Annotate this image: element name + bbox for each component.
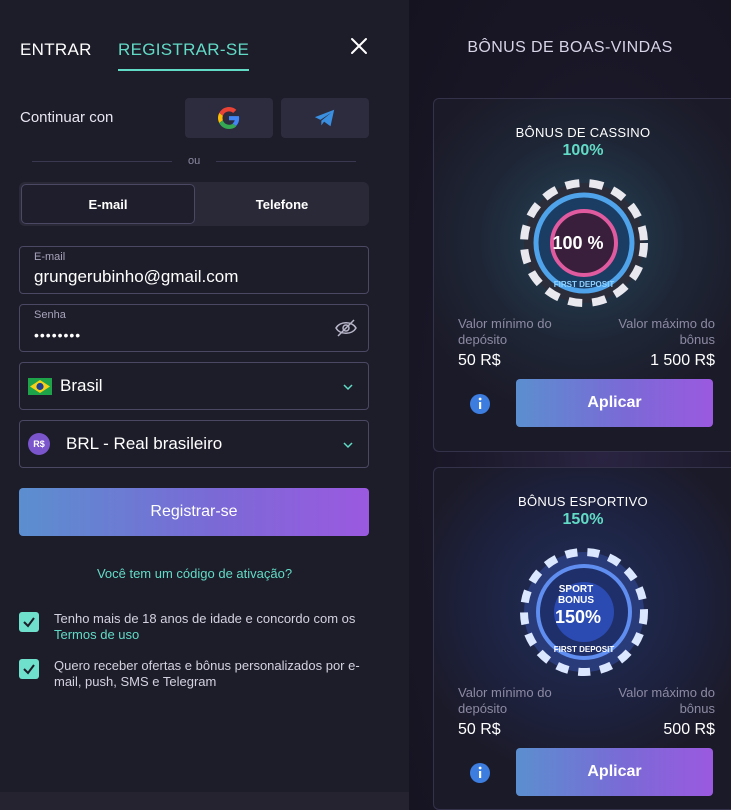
card-title: BÔNUS DE CASSINO [515,125,651,140]
welcome-bonus-title: BÔNUS DE BOAS-VINDAS [467,39,673,56]
chip-line2: BONUS [558,595,594,606]
password-field-label: Senha [34,309,66,321]
check-icon [23,617,35,628]
casino-chip-image: 100 % FIRST DEPOSIT [520,179,648,307]
chevron-down-icon [343,384,353,391]
chevron-down-icon [343,442,353,449]
currency-select[interactable]: R$ BRL - Real brasileiro [19,420,369,468]
min-deposit-label: Valor mínimo do depósito [458,316,552,347]
tab-register[interactable]: REGISTRAR-SE [118,40,250,71]
currency-value: BRL - Real brasileiro [66,434,223,453]
apply-button[interactable]: Aplicar [516,379,713,427]
eye-slash-icon[interactable] [334,318,358,338]
max-bonus-label: Valor máximo do bônus [618,685,715,716]
google-icon [218,107,240,129]
country-select[interactable]: Brasil [19,362,369,410]
continue-with-label: Continuar con [20,109,114,126]
google-login-button[interactable] [185,98,273,138]
card-percent: 100% [562,142,604,159]
country-value: Brasil [60,376,103,395]
min-deposit-value: 50 R$ [458,721,501,738]
tab-login[interactable]: ENTRAR [20,40,92,60]
chip-text: 150% [555,607,601,627]
registration-panel: ENTRAR REGISTRAR-SE Continuar con ou E-m… [0,0,409,810]
divider-or: ou [188,155,201,167]
chip-line1: SPORT [559,584,593,595]
telegram-icon [314,109,335,127]
age-terms-checkbox[interactable] [19,612,39,632]
max-bonus-label: Valor máximo do bônus [618,316,715,347]
bottom-bar [0,792,409,810]
min-deposit-label: Valor mínimo do depósito [458,685,552,716]
promo-code-link[interactable]: Você tem um código de ativação? [0,566,389,581]
method-email-tab[interactable]: E-mail [21,184,195,224]
age-terms-label: Tenho mais de 18 anos de idade e concord… [54,611,356,626]
card-percent: 150% [562,511,604,528]
min-deposit-value: 50 R$ [458,352,501,369]
password-field-value[interactable]: •••••••• [34,327,81,343]
divider-right [216,161,356,162]
max-bonus-value: 500 R$ [663,721,715,738]
method-switch: E-mail Telefone [19,182,369,226]
card-title: BÔNUS ESPORTIVO [518,494,648,509]
chip-ring-text: FIRST DEPOSIT [554,280,615,289]
sport-chip-image: SPORT BONUS 150% FIRST DEPOSIT [520,548,648,676]
brazil-flag-icon [28,378,52,395]
chip-text: 100 % [552,233,603,253]
age-terms-text: Tenho mais de 18 anos de idade e concord… [54,611,374,643]
email-field-value[interactable]: grungerubinho@gmail.com [34,267,238,287]
divider-left [32,161,172,162]
register-button[interactable]: Registrar-se [19,488,369,536]
max-bonus-value: 1 500 R$ [650,352,715,369]
telegram-login-button[interactable] [281,98,369,138]
offers-text: Quero receber ofertas e bônus personaliz… [54,658,360,689]
info-icon[interactable] [469,393,491,415]
info-icon[interactable] [469,762,491,784]
currency-badge: R$ [28,433,50,455]
welcome-bonus-panel: BÔNUS DE BOAS-VINDAS BÔNUS DE CASSINO 10… [409,0,731,810]
terms-link[interactable]: Termos de uso [54,627,139,642]
sports-bonus-card: BÔNUS ESPORTIVO 150% SPORT BONUS 150% FI… [433,467,731,810]
chip-ring-text: FIRST DEPOSIT [554,645,615,654]
offers-checkbox[interactable] [19,659,39,679]
email-field[interactable]: E-mail grungerubinho@gmail.com [19,246,369,294]
apply-button[interactable]: Aplicar [516,748,713,796]
check-icon [23,664,35,675]
email-field-label: E-mail [34,251,66,263]
close-icon[interactable] [347,34,371,58]
casino-bonus-card: BÔNUS DE CASSINO 100% 100 % FIRST DEPOSI… [433,98,731,452]
method-phone-tab[interactable]: Telefone [195,184,369,224]
password-field[interactable]: Senha •••••••• [19,304,369,352]
